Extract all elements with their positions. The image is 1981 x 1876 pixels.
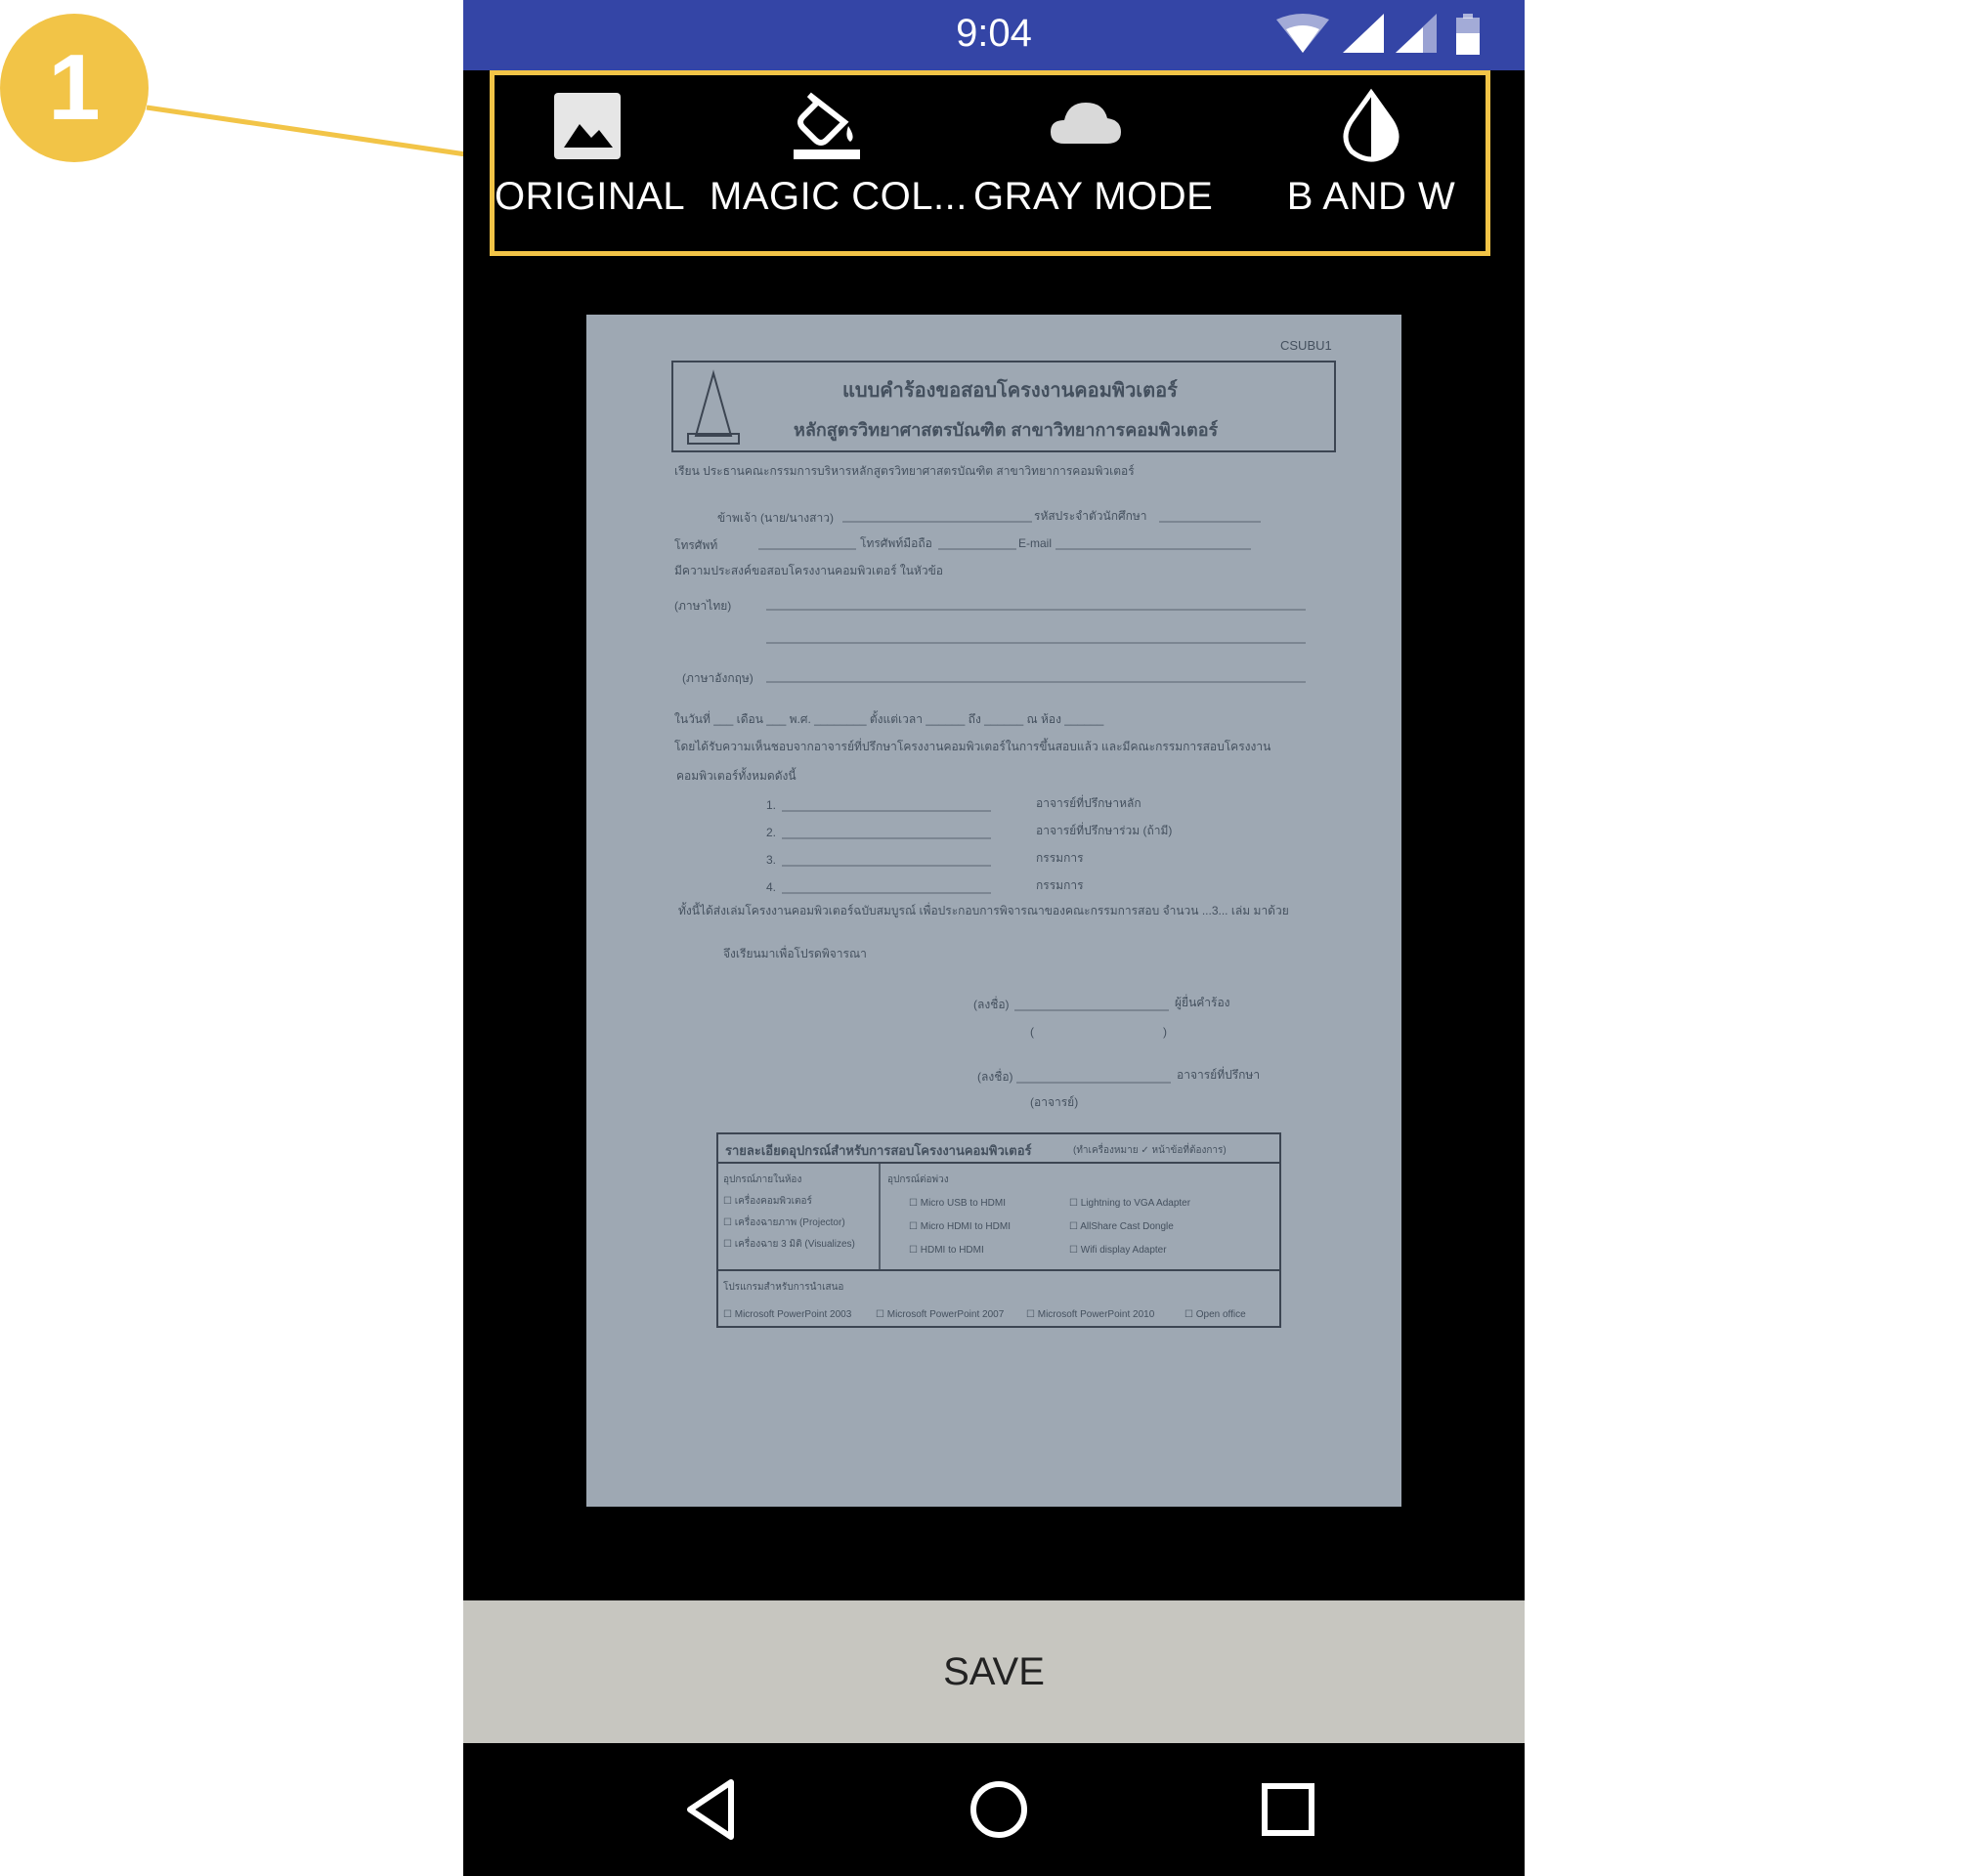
form-advisor: อาจารย์ที่ปรึกษา <box>1177 1066 1260 1082</box>
form-closing: จึงเรียนมาเพื่อโปรดพิจารณา <box>723 945 867 960</box>
cloud-icon <box>1051 103 1121 144</box>
filter-original[interactable]: ORIGINAL <box>495 75 686 251</box>
phone-screen: 9:04 ORIGINAL MAGIC COL... GRAY MODE B A… <box>463 0 1525 1876</box>
form-advisor-paren: (อาจารย์) <box>1030 1095 1078 1109</box>
form-approval-line2: คอมพิวเตอร์ทั้งหมดดังนี้ <box>676 767 797 783</box>
callout-badge: 1 <box>0 14 149 162</box>
form-mobile-label: โทรศัพท์มือถือ <box>860 536 932 550</box>
committee-no: 2. <box>766 826 776 839</box>
checkbox-connector: ☐ AllShare Cast Dongle <box>1069 1221 1174 1232</box>
filter-magic-color-label: MAGIC COL... <box>710 175 968 218</box>
filter-black-white-label: B AND W <box>1286 175 1456 218</box>
status-bar: 9:04 <box>463 0 1525 70</box>
form-english-label: (ภาษาอังกฤษ) <box>682 671 754 685</box>
software-head: โปรแกรมสำหรับการนำเสนอ <box>723 1280 843 1293</box>
form-email-label: E-mail <box>1018 536 1052 550</box>
checkbox-connector: ☐ Wifi display Adapter <box>1069 1245 1167 1256</box>
filter-magic-color[interactable]: MAGIC COL... <box>710 75 968 251</box>
wifi-icon <box>1276 14 1329 53</box>
committee-role: กรรมการ <box>1036 878 1084 892</box>
checkbox-software: ☐ Microsoft PowerPoint 2010 <box>1026 1309 1155 1320</box>
paren-open: ( <box>1030 1025 1034 1039</box>
checkbox-room-equip: ☐ เครื่องฉาย 3 มิติ (Visualizes) <box>723 1236 855 1250</box>
university-logo-icon <box>687 369 740 445</box>
signal-icon <box>1343 14 1384 53</box>
filter-original-label: ORIGINAL <box>495 175 686 218</box>
filter-toolbar: ORIGINAL MAGIC COL... GRAY MODE B AND W <box>490 70 1490 256</box>
form-to-line: เรียน ประธานคณะกรรมการบริหารหลักสูตรวิทย… <box>674 464 1135 479</box>
committee-list: 1. อาจารย์ที่ปรึกษาหลัก 2. อาจารย์ที่ปรึ… <box>766 794 1172 894</box>
form-purpose: มีความประสงค์ขอสอบโครงงานคอมพิวเตอร์ ในห… <box>674 564 943 577</box>
checkbox-software: ☐ Microsoft PowerPoint 2003 <box>723 1309 852 1320</box>
status-icons <box>1276 14 1480 55</box>
recents-icon[interactable] <box>1251 1772 1325 1847</box>
filter-gray-mode[interactable]: GRAY MODE <box>973 75 1214 251</box>
filter-gray-mode-label: GRAY MODE <box>973 175 1214 218</box>
save-button[interactable]: SAVE <box>463 1600 1525 1743</box>
checkbox-connector: ☐ HDMI to HDMI <box>909 1245 984 1256</box>
form-code: CSUBU1 <box>1280 338 1332 353</box>
checkbox-room-equip: ☐ เครื่องฉายภาพ (Projector) <box>723 1215 845 1228</box>
form-thai-label: (ภาษาไทย) <box>674 599 731 613</box>
form-title: แบบคำร้องขอสอบโครงงานคอมพิวเตอร์ <box>842 378 1178 402</box>
signal-icon <box>1396 14 1437 53</box>
committee-role: อาจารย์ที่ปรึกษาหลัก <box>1036 794 1141 810</box>
checkbox-software: ☐ Microsoft PowerPoint 2007 <box>876 1309 1005 1320</box>
form-date-line: ในวันที่ ___ เดือน ___ พ.ศ. ________ ตั้… <box>674 710 1104 726</box>
committee-role: อาจารย์ที่ปรึกษาร่วม (ถ้ามี) <box>1036 822 1172 837</box>
form-name-label: ข้าพเจ้า (นาย/นางสาว) <box>717 511 834 525</box>
paren-close: ) <box>1163 1025 1167 1039</box>
image-icon <box>554 93 621 159</box>
committee-no: 1. <box>766 798 776 812</box>
connectors-head: อุปกรณ์ต่อพ่วง <box>887 1173 949 1185</box>
equip-title: รายละเอียดอุปกรณ์สำหรับการสอบโครงงานคอมพ… <box>725 1142 1031 1159</box>
battery-icon <box>1456 14 1480 55</box>
checkbox-room-equip: ☐ เครื่องคอมพิวเตอร์ <box>723 1193 813 1207</box>
checkbox-connector: ☐ Lightning to VGA Adapter <box>1069 1198 1191 1209</box>
form-student-id-label: รหัสประจำตัวนักศึกษา <box>1034 509 1147 523</box>
form-sign1: (ลงชื่อ) <box>973 996 1010 1011</box>
form-subtitle: หลักสูตรวิทยาศาสตรบัณฑิต สาขาวิทยาการคอม… <box>794 419 1219 442</box>
filter-black-white[interactable]: B AND W <box>1257 75 1486 251</box>
form-sign2: (ลงชื่อ) <box>977 1068 1013 1084</box>
nav-bar <box>463 1743 1525 1876</box>
checkbox-connector: ☐ Micro USB to HDMI <box>909 1198 1006 1209</box>
committee-no: 4. <box>766 880 776 894</box>
document-preview[interactable]: CSUBU1 แบบคำร้องขอสอบโครงงานคอมพิวเตอร์ … <box>586 315 1401 1507</box>
checkbox-software: ☐ Open office <box>1184 1309 1246 1320</box>
checkbox-connector: ☐ Micro HDMI to HDMI <box>909 1221 1011 1232</box>
committee-role: กรรมการ <box>1036 851 1084 865</box>
form-submit-line: ทั้งนี้ได้ส่งเล่มโครงงานคอมพิวเตอร์ฉบับส… <box>678 902 1289 918</box>
paint-bucket-icon <box>794 92 860 159</box>
room-equip-head: อุปกรณ์ภายในห้อง <box>723 1173 801 1185</box>
equip-note: (ทำเครื่องหมาย ✓ หน้าข้อที่ต้องการ) <box>1073 1142 1227 1156</box>
back-icon[interactable] <box>676 1772 751 1847</box>
form-applicant: ผู้ยื่นคำร้อง <box>1175 994 1230 1010</box>
form-phone-label: โทรศัพท์ <box>674 538 717 552</box>
contrast-drop-icon <box>1343 88 1400 162</box>
equipment-table: รายละเอียดอุปกรณ์สำหรับการสอบโครงงานคอมพ… <box>716 1132 1281 1328</box>
home-icon[interactable] <box>962 1772 1036 1847</box>
form-approval-line: โดยได้รับความเห็นชอบจากอาจารย์ที่ปรึกษาโ… <box>674 738 1270 753</box>
scanned-form: CSUBU1 แบบคำร้องขอสอบโครงงานคอมพิวเตอร์ … <box>671 338 1336 1328</box>
committee-no: 3. <box>766 853 776 867</box>
